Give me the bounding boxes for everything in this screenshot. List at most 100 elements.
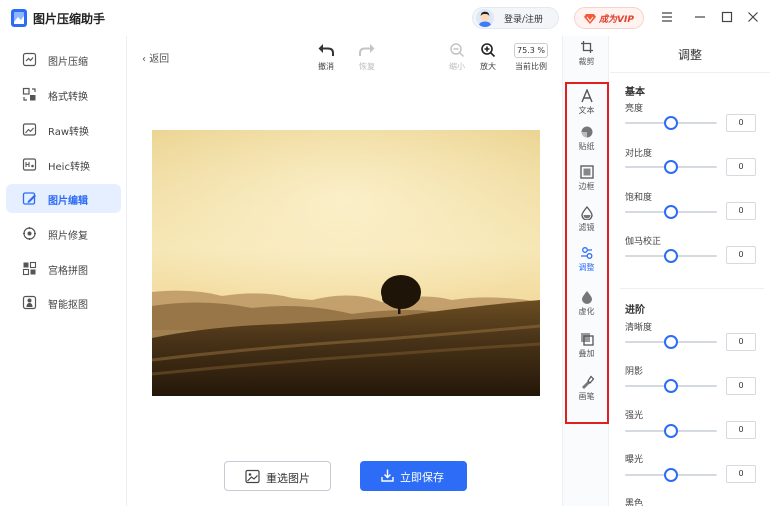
clarity-value[interactable]: 0 xyxy=(726,333,756,351)
sidebar-item-heic[interactable]: Heic转换 xyxy=(6,150,121,179)
undo-button[interactable]: 撤消 xyxy=(308,42,344,78)
contrast-label: 对比度 xyxy=(625,149,653,159)
redo-button[interactable]: 恢复 xyxy=(349,42,385,78)
sidebar-item-photo-repair[interactable]: 照片修复 xyxy=(6,219,121,248)
gamma-value[interactable]: 0 xyxy=(726,246,756,264)
sidebar-item-label: Heic转换 xyxy=(48,162,90,173)
current-ratio: 75.3 % 当前比例 xyxy=(510,42,552,78)
vip-label: 成为VIP xyxy=(599,15,634,25)
gamma-label: 伽马校正 xyxy=(625,237,662,247)
shadow-label: 阴影 xyxy=(625,367,644,377)
highlight-value[interactable]: 0 xyxy=(726,421,756,439)
exposure-label: 曝光 xyxy=(625,455,644,465)
sidebar-item-smart-cutout[interactable]: 智能抠图 xyxy=(6,288,121,317)
section-basic-title: 基本 xyxy=(625,87,645,98)
sidebar-item-raw[interactable]: Raw转换 xyxy=(6,115,121,144)
sidebar-item-label: 格式转换 xyxy=(48,92,88,103)
highlight-label: 强光 xyxy=(625,411,644,421)
saturation-slider[interactable] xyxy=(625,205,717,219)
avatar xyxy=(476,9,494,27)
highlight-slider[interactable] xyxy=(625,424,717,438)
slider-handle[interactable] xyxy=(664,205,678,219)
black-label: 黑色 xyxy=(625,499,644,506)
save-now-button[interactable]: 立即保存 xyxy=(360,461,467,491)
undo-label: 撤消 xyxy=(318,62,334,71)
exposure-slider[interactable] xyxy=(625,468,717,482)
diamond-icon xyxy=(584,14,596,24)
sidebar-item-grid-collage[interactable]: 宫格拼图 xyxy=(6,254,121,283)
sidebar-item-format-convert[interactable]: 格式转换 xyxy=(6,80,121,109)
tool-label: 裁剪 xyxy=(578,57,595,66)
exposure-value[interactable]: 0 xyxy=(726,465,756,483)
slider-handle[interactable] xyxy=(664,249,678,263)
slider-handle[interactable] xyxy=(664,335,678,349)
login-label: 登录/注册 xyxy=(504,15,544,25)
sidebar-item-image-edit[interactable]: 图片编辑 xyxy=(6,184,121,213)
raw-image-icon xyxy=(22,123,37,136)
highlight-frame xyxy=(565,82,609,424)
sidebar-item-compress[interactable]: 图片压缩 xyxy=(6,45,121,74)
zoom-value: 75.3 % xyxy=(514,43,548,58)
slider-handle[interactable] xyxy=(664,468,678,482)
crop-icon xyxy=(580,41,593,53)
section-advanced-title: 进阶 xyxy=(625,305,645,316)
title-bar: 图片压缩助手 登录/注册 成为VIP xyxy=(0,0,770,36)
photo-repair-icon xyxy=(23,227,36,240)
menu-icon[interactable] xyxy=(659,9,675,25)
section-divider xyxy=(620,288,764,289)
format-convert-icon xyxy=(22,87,36,101)
clarity-label: 清晰度 xyxy=(625,323,653,333)
adjust-panel: 调整 基本 亮度 0 对比度 0 饱和度 0 伽马校正 0 进阶 清晰度 0 阴… xyxy=(610,36,770,506)
vip-button[interactable]: 成为VIP xyxy=(574,7,644,29)
zoom-in-label: 放大 xyxy=(480,62,496,71)
landscape-photo-image xyxy=(152,130,540,396)
editor-main: ‹ 返回 撤消 恢复 缩小 放大 75.3 % 当前比例 重选图片 立即保存 xyxy=(128,36,562,506)
brightness-label: 亮度 xyxy=(625,104,644,114)
minimize-icon[interactable] xyxy=(692,9,708,25)
back-button[interactable]: ‹ 返回 xyxy=(142,50,169,65)
current-ratio-label: 当前比例 xyxy=(515,62,547,71)
maximize-icon[interactable] xyxy=(719,9,735,25)
zoom-in-icon xyxy=(481,43,496,58)
app-logo-icon xyxy=(11,9,27,27)
panel-title: 调整 xyxy=(677,48,702,62)
reselect-image-button[interactable]: 重选图片 xyxy=(224,461,331,491)
saturation-label: 饱和度 xyxy=(625,193,653,203)
undo-icon xyxy=(318,44,334,56)
smart-cutout-icon xyxy=(22,295,37,310)
contrast-slider[interactable] xyxy=(625,160,717,174)
shadow-slider[interactable] xyxy=(625,379,717,393)
slider-handle[interactable] xyxy=(664,424,678,438)
panel-divider xyxy=(610,72,770,73)
back-label: 返回 xyxy=(149,54,170,65)
sidebar-item-label: Raw转换 xyxy=(48,127,90,138)
sidebar-item-label: 宫格拼图 xyxy=(48,266,88,277)
zoom-out-icon xyxy=(450,43,465,58)
grid-collage-icon xyxy=(22,261,37,276)
login-button[interactable]: 登录/注册 xyxy=(472,7,559,29)
tool-crop[interactable]: 裁剪 xyxy=(565,36,608,74)
saturation-value[interactable]: 0 xyxy=(726,202,756,220)
app-title: 图片压缩助手 xyxy=(33,12,106,26)
edited-photo xyxy=(152,130,540,396)
brightness-value[interactable]: 0 xyxy=(726,114,756,132)
sidebar-item-label: 智能抠图 xyxy=(48,300,88,311)
zoom-in-button[interactable]: 放大 xyxy=(470,42,506,78)
slider-handle[interactable] xyxy=(664,379,678,393)
sidebar: 图片压缩 格式转换 Raw转换 Heic转换 图片编辑 照片修复 宫格拼图 智能… xyxy=(0,36,127,506)
sidebar-item-label: 图片压缩 xyxy=(48,57,88,68)
gamma-slider[interactable] xyxy=(625,249,717,263)
sidebar-item-label: 照片修复 xyxy=(48,231,88,242)
slider-handle[interactable] xyxy=(664,116,678,130)
shadow-value[interactable]: 0 xyxy=(726,377,756,395)
slider-handle[interactable] xyxy=(664,160,678,174)
contrast-value[interactable]: 0 xyxy=(726,158,756,176)
reselect-image-label: 重选图片 xyxy=(266,472,310,485)
clarity-slider[interactable] xyxy=(625,335,717,349)
edit-image-icon xyxy=(22,192,36,205)
user-avatar-icon xyxy=(478,11,492,27)
redo-icon xyxy=(359,44,375,56)
brightness-slider[interactable] xyxy=(625,116,717,130)
close-icon[interactable] xyxy=(745,9,761,25)
image-icon xyxy=(245,469,260,484)
